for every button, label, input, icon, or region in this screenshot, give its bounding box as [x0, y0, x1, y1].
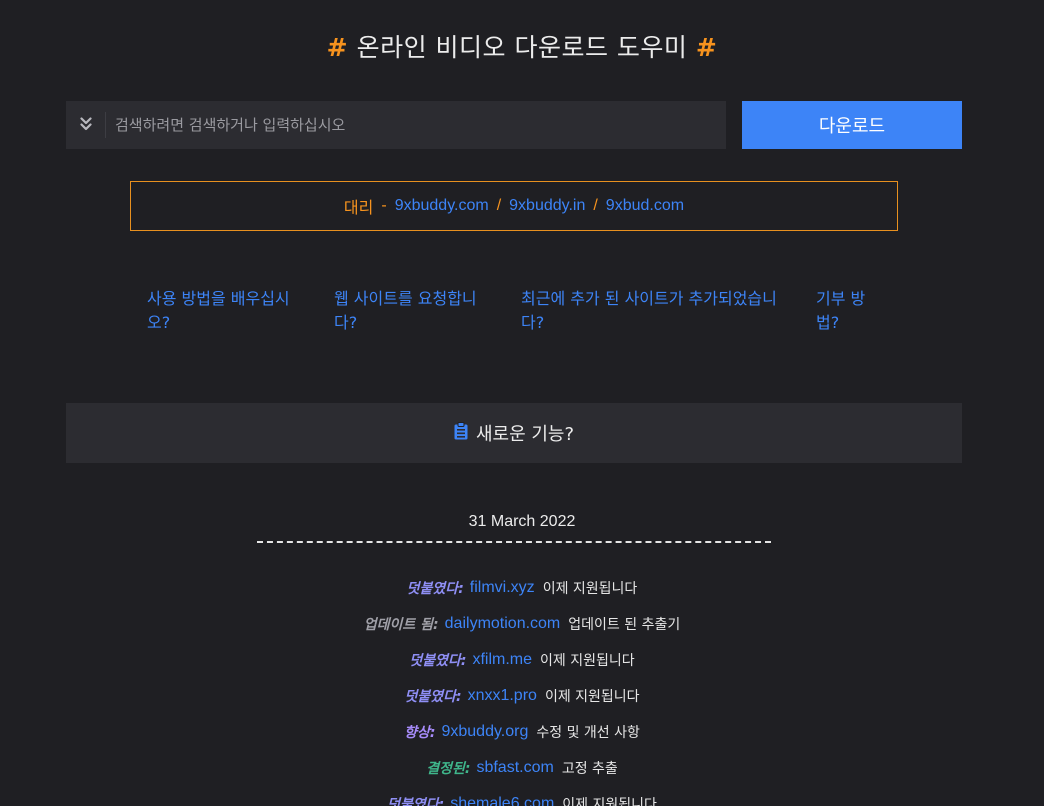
changelog-desc: 이제 지원됩니다: [544, 689, 640, 705]
help-link-how-to-use[interactable]: 사용 방법을 배우십시오?: [147, 287, 312, 335]
changelog-date: 31 March 2022: [468, 513, 576, 530]
proxy-link-9xbuddy-in[interactable]: 9xbuddy.in: [509, 197, 585, 215]
search-bar: [66, 101, 726, 149]
changelog-desc: 수정 및 개선 사항: [536, 725, 640, 741]
proxy-slash: /: [593, 197, 598, 214]
search-toggle-button[interactable]: [66, 112, 106, 138]
proxy-slash: /: [496, 197, 502, 214]
changelog-desc: 업데이트 된 추출기: [568, 617, 681, 633]
changelog-entry: 덧붙였다: xnxx1.pro 이제 지원됩니다: [0, 678, 1044, 714]
changelog-site-link[interactable]: 9xbuddy.org: [441, 723, 528, 741]
changelog-entry: 향상: 9xbuddy.org 수정 및 개선 사항: [0, 714, 1044, 750]
whats-new-label: 새로운 기능?: [475, 424, 575, 445]
download-button[interactable]: 다운로드: [742, 101, 962, 149]
proxy-dash: -: [381, 197, 387, 214]
changelog-desc: 이제 지원됩니다: [562, 797, 657, 806]
changelog-entry: 덧붙였다: xfilm.me 이제 지원됩니다: [0, 642, 1044, 678]
proxy-link-9xbuddy-com[interactable]: 9xbuddy.com: [395, 197, 489, 215]
page-title-text: 온라인 비디오 다운로드 도우미: [356, 33, 688, 62]
changelog-tag: 결정된:: [426, 761, 471, 777]
page-title: # 온라인 비디오 다운로드 도우미 #: [0, 28, 1044, 64]
changelog-entry: 결정된: sbfast.com 고정 추출: [0, 750, 1044, 786]
changelog-desc: 고정 추출: [561, 761, 618, 777]
changelog-entry: 덧붙였다: filmvi.xyz 이제 지원됩니다: [0, 570, 1044, 606]
proxy-label: 대리: [343, 198, 374, 217]
changelog-desc: 이제 지원됩니다: [542, 581, 638, 597]
changelog-site-link[interactable]: dailymotion.com: [445, 615, 561, 633]
changelog-tag: 덧붙였다:: [387, 797, 445, 806]
changelog-tag: 업데이트 됨:: [363, 617, 439, 633]
changelog-entry: 업데이트 됨: dailymotion.com 업데이트 된 추출기: [0, 606, 1044, 642]
changelog-tag: 덧붙였다:: [404, 689, 462, 705]
hash-symbol-left: #: [326, 33, 349, 62]
clipboard-icon: [454, 421, 476, 445]
changelog-site-link[interactable]: xfilm.me: [472, 651, 532, 669]
changelog-site-link[interactable]: shemale6.com: [450, 795, 554, 806]
double-chevron-down-icon: [79, 116, 92, 135]
search-input[interactable]: [106, 101, 726, 149]
help-link-recent-sites[interactable]: 최근에 추가 된 사이트가 추가되었습니다?: [521, 287, 783, 335]
changelog-site-link[interactable]: xnxx1.pro: [468, 687, 537, 705]
whats-new-header[interactable]: 새로운 기능?: [66, 403, 962, 463]
changelog-desc: 이제 지원됩니다: [540, 653, 635, 669]
proxy-link-9xbud-com[interactable]: 9xbud.com: [606, 197, 684, 215]
changelog-list: 덧붙였다: filmvi.xyz 이제 지원됩니다 업데이트 됨: dailym…: [0, 570, 1044, 806]
changelog-tag: 덧붙였다:: [409, 653, 467, 669]
changelog-entry: 덧붙였다: shemale6.com 이제 지원됩니다: [0, 786, 1044, 806]
changelog-site-link[interactable]: sbfast.com: [476, 759, 553, 777]
changelog-tag: 덧붙였다:: [406, 581, 464, 597]
help-link-request-site[interactable]: 웹 사이트를 요청합니다?: [334, 287, 499, 335]
changelog-tag: 향상:: [404, 725, 436, 741]
help-link-donate[interactable]: 기부 방법?: [816, 287, 878, 335]
changelog-site-link[interactable]: filmvi.xyz: [470, 579, 535, 597]
hash-symbol-right: #: [695, 33, 718, 62]
divider: [257, 541, 771, 543]
proxy-links-box: 대리 - 9xbuddy.com / 9xbuddy.in / 9xbud.co…: [130, 181, 898, 231]
